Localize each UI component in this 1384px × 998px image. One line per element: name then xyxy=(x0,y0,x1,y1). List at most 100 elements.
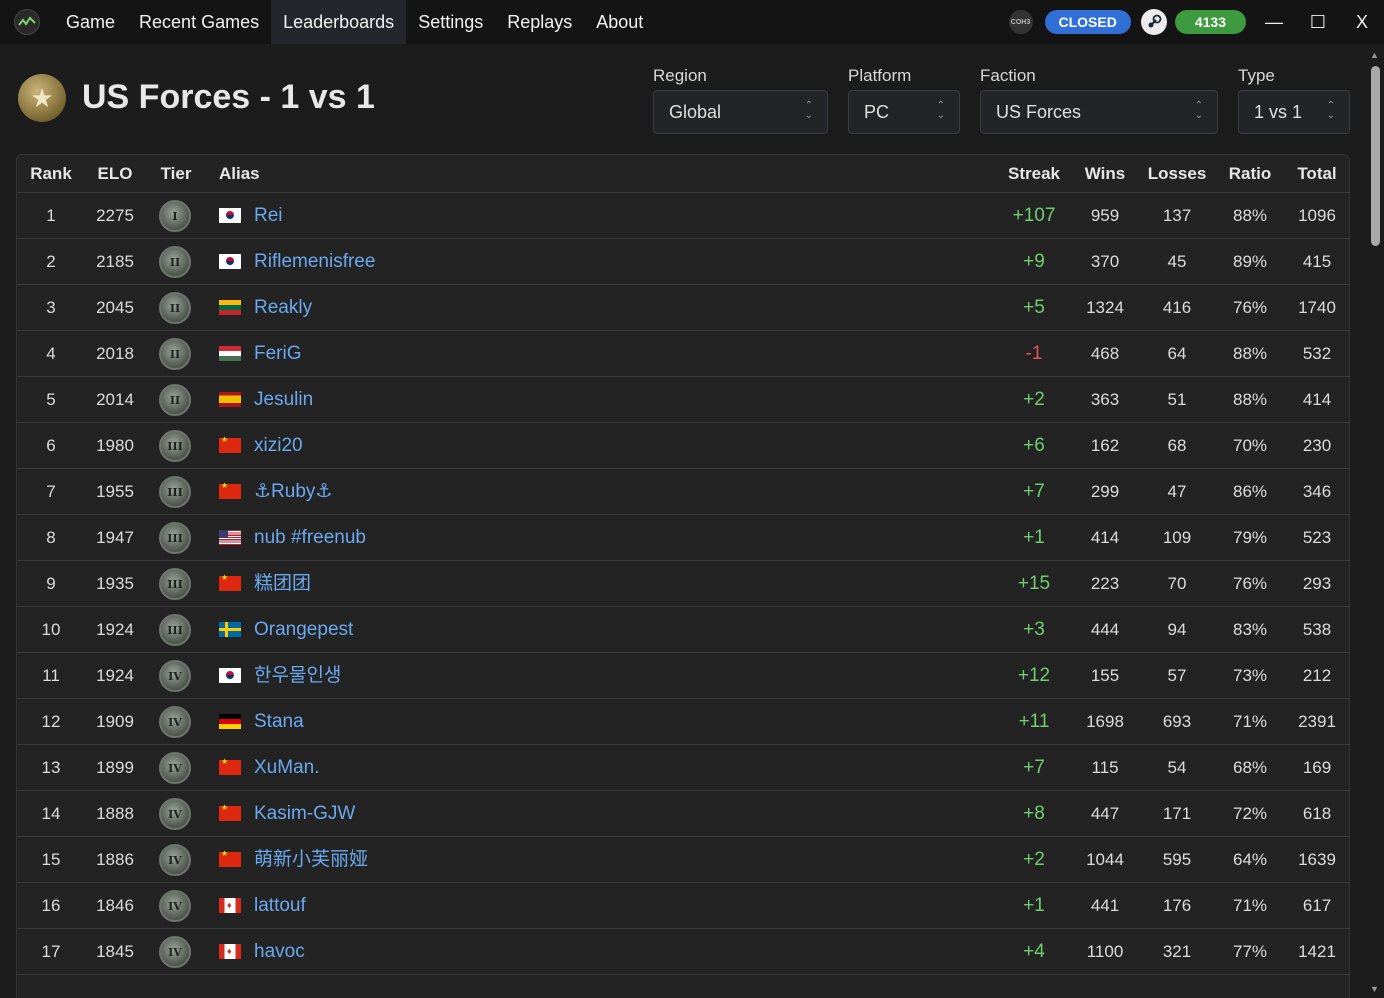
player-alias-link[interactable]: Reakly xyxy=(254,285,954,331)
player-alias-link[interactable]: nub #freenub xyxy=(254,515,954,561)
player-alias-link[interactable]: FeriG xyxy=(254,331,954,377)
wins-cell: 363 xyxy=(1090,390,1120,409)
ratio-cell: 64% xyxy=(1232,850,1268,869)
table-row[interactable]: 8 1947 III nub #freenub +1 414 109 79% 523 xyxy=(17,515,1349,561)
total-cell: 1421 xyxy=(1298,942,1336,961)
player-alias-link[interactable]: ⚓Ruby⚓ xyxy=(254,469,954,515)
player-alias-link[interactable]: Rei xyxy=(254,193,954,239)
table-row[interactable]: 9 1935 III ★ 糕团团 +15 223 70 76% 293 xyxy=(17,561,1349,607)
total-cell: 230 xyxy=(1302,436,1332,455)
table-row[interactable]: 6 1980 III ★ xizi20 +6 162 68 70% 230 xyxy=(17,423,1349,469)
platform-select[interactable]: PC ⌃ ⌄ xyxy=(848,90,960,134)
maximize-button[interactable]: ☐ xyxy=(1296,0,1340,44)
scroll-thumb[interactable] xyxy=(1371,66,1380,246)
table-row[interactable]: 13 1899 IV ★ XuMan. +7 115 54 68% 169 xyxy=(17,745,1349,791)
ratio-cell: 76% xyxy=(1232,574,1268,593)
losses-cell: 54 xyxy=(1167,758,1187,777)
player-alias-link[interactable]: XuMan. xyxy=(254,745,954,791)
losses-cell: 68 xyxy=(1167,436,1187,455)
country-flag-icon xyxy=(219,392,241,407)
table-row[interactable]: 4 2018 II FeriG -1 468 64 88% 532 xyxy=(17,331,1349,377)
table-row[interactable]: 12 1909 IV Stana +11 1698 693 71% 2391 xyxy=(17,699,1349,745)
nav-game[interactable]: Game xyxy=(54,0,127,44)
rank-cell: 3 xyxy=(46,298,56,317)
scroll-up-icon[interactable]: ▲ xyxy=(1370,50,1379,60)
table-row[interactable]: 11 1924 IV 한우물인생 +12 155 57 73% 212 xyxy=(17,653,1349,699)
close-button[interactable]: X xyxy=(1340,0,1384,44)
col-ratio[interactable]: Ratio xyxy=(1220,155,1280,193)
table-row[interactable]: 2 2185 II Riflemenisfree +9 370 45 89% 415 xyxy=(17,239,1349,285)
faction-select[interactable]: US Forces ⌃ ⌄ xyxy=(980,90,1218,134)
losses-cell: 57 xyxy=(1167,666,1187,685)
player-alias-link[interactable]: xizi20 xyxy=(254,423,954,469)
game-status-badge: CLOSED xyxy=(1044,10,1131,34)
col-elo[interactable]: ELO xyxy=(85,155,145,193)
total-cell: 532 xyxy=(1302,344,1332,363)
col-total[interactable]: Total xyxy=(1287,155,1347,193)
player-alias-link[interactable]: 萌新小芙丽娅 xyxy=(254,837,954,883)
total-cell: 415 xyxy=(1302,252,1332,271)
table-row[interactable]: 14 1888 IV ★ Kasim-GJW +8 447 171 72% 618 xyxy=(17,791,1349,837)
minimize-button[interactable]: — xyxy=(1252,0,1296,44)
player-alias-link[interactable]: 糕团团 xyxy=(254,561,954,607)
streak-cell: +7 xyxy=(1023,481,1045,502)
country-flag-icon xyxy=(219,254,241,269)
player-alias-link[interactable]: Orangepest xyxy=(254,607,954,653)
table-row[interactable]: 1 2275 I Rei +107 959 137 88% 1096 xyxy=(17,193,1349,239)
elo-cell: 1909 xyxy=(96,712,134,731)
total-cell: 618 xyxy=(1302,804,1332,823)
streak-cell: +12 xyxy=(1017,665,1051,686)
table-row[interactable]: 5 2014 II Jesulin +2 363 51 88% 414 xyxy=(17,377,1349,423)
player-alias-link[interactable]: lattouf xyxy=(254,883,954,929)
nav-replays[interactable]: Replays xyxy=(495,0,584,44)
region-select[interactable]: Global ⌃ ⌄ xyxy=(653,90,828,134)
ratio-cell: 77% xyxy=(1232,942,1268,961)
tier-badge-icon: I xyxy=(159,200,191,232)
nav-recent-games[interactable]: Recent Games xyxy=(127,0,271,44)
player-alias-link[interactable]: Jesulin xyxy=(254,377,954,423)
rank-cell: 15 xyxy=(41,850,61,869)
scroll-down-icon[interactable]: ▼ xyxy=(1370,984,1379,994)
col-losses[interactable]: Losses xyxy=(1141,155,1213,193)
country-flag-icon xyxy=(219,714,241,729)
player-alias-link[interactable]: havoc xyxy=(254,929,954,975)
table-row[interactable]: 15 1886 IV ★ 萌新小芙丽娅 +2 1044 595 64% 1639 xyxy=(17,837,1349,883)
col-wins[interactable]: Wins xyxy=(1075,155,1135,193)
leaderboard-page: ★ US Forces - 1 vs 1 Region Global ⌃ ⌄ Pl… xyxy=(0,44,1366,998)
elo-cell: 1980 xyxy=(96,436,134,455)
nav-settings[interactable]: Settings xyxy=(406,0,495,44)
col-alias[interactable]: Alias xyxy=(219,155,419,193)
country-flag-icon: ★ xyxy=(219,803,241,821)
streak-cell: -1 xyxy=(1025,343,1043,364)
col-rank[interactable]: Rank xyxy=(17,155,85,193)
type-value: 1 vs 1 xyxy=(1254,101,1303,122)
table-row[interactable]: 16 1846 IV ♦ lattouf +1 441 176 71% 617 xyxy=(17,883,1349,929)
wins-cell: 1044 xyxy=(1086,850,1124,869)
player-alias-link[interactable]: 한우물인생 xyxy=(254,653,954,699)
player-alias-link[interactable]: Kasim-GJW xyxy=(254,791,954,837)
select-chevron-icon: ⌃ ⌄ xyxy=(804,100,813,121)
streak-cell: +1 xyxy=(1023,895,1045,916)
type-select[interactable]: 1 vs 1 ⌃ ⌄ xyxy=(1238,90,1350,134)
nav-about[interactable]: About xyxy=(584,0,655,44)
table-row[interactable]: 17 1845 IV ♦ havoc +4 1100 321 77% 1421 xyxy=(17,929,1349,975)
ratio-cell: 72% xyxy=(1232,804,1268,823)
wins-cell: 1324 xyxy=(1086,298,1124,317)
rank-cell: 9 xyxy=(46,574,56,593)
table-row[interactable]: 10 1924 III Orangepest +3 444 94 83% 538 xyxy=(17,607,1349,653)
vertical-scrollbar[interactable]: ▲ ▼ xyxy=(1366,44,1384,998)
table-row[interactable]: 7 1955 III ★ ⚓Ruby⚓ +7 299 47 86% 346 xyxy=(17,469,1349,515)
nav-leaderboards[interactable]: Leaderboards xyxy=(271,0,407,44)
steam-icon[interactable] xyxy=(1140,9,1167,35)
col-tier[interactable]: Tier xyxy=(147,155,205,193)
rank-cell: 7 xyxy=(46,482,56,501)
main-nav: Game Recent Games Leaderboards Settings … xyxy=(54,0,655,44)
player-alias-link[interactable]: Stana xyxy=(254,699,954,745)
table-row[interactable]: 3 2045 II Reakly +5 1324 416 76% 1740 xyxy=(17,285,1349,331)
country-flag-icon xyxy=(219,668,241,683)
tier-badge-icon: IV xyxy=(159,752,191,784)
player-alias-link[interactable]: Riflemenisfree xyxy=(254,239,954,285)
col-streak[interactable]: Streak xyxy=(999,155,1069,193)
title-bar: Game Recent Games Leaderboards Settings … xyxy=(0,0,1384,44)
elo-cell: 1935 xyxy=(96,574,134,593)
